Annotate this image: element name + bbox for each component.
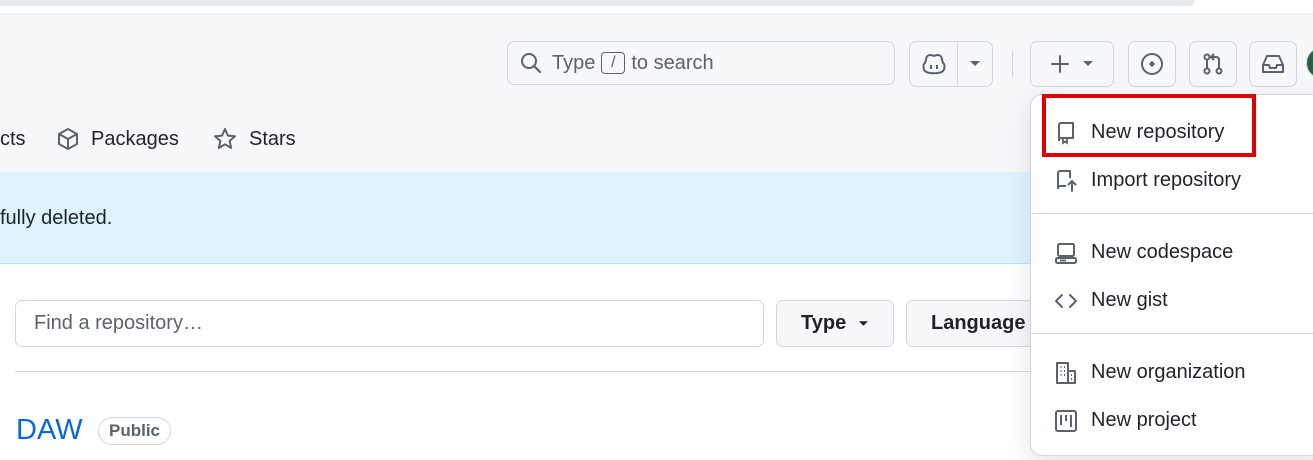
issues-button[interactable] (1128, 41, 1176, 87)
menu-item-label: New codespace (1091, 240, 1234, 263)
triangle-down-icon (970, 61, 981, 66)
plus-icon (1051, 55, 1069, 73)
menu-item-new-gist[interactable]: New gist (1031, 278, 1313, 322)
organization-icon (1053, 360, 1079, 386)
type-filter-label: Type (801, 312, 847, 334)
menu-item-label: New organization (1091, 360, 1246, 383)
inbox-icon (1262, 55, 1284, 73)
create-new-button[interactable] (1030, 41, 1114, 87)
menu-item-import-repository[interactable]: Import repository (1031, 158, 1313, 202)
triangle-down-icon (859, 320, 869, 326)
language-filter-label: Language (931, 312, 1026, 334)
star-icon (214, 128, 236, 149)
tab-projects[interactable]: cts (0, 119, 26, 159)
search-shortcut-key: / (601, 52, 626, 74)
tab-packages-label: Packages (91, 127, 179, 150)
inbox-button[interactable] (1249, 41, 1297, 87)
copilot-button[interactable] (910, 42, 959, 86)
flash-message: fully deleted. (0, 207, 113, 229)
browser-address-bar-edge (0, 0, 1195, 6)
package-icon (58, 128, 78, 150)
menu-item-new-codespace[interactable]: New codespace (1031, 230, 1313, 274)
find-repository-input[interactable] (15, 300, 764, 347)
project-icon (1053, 408, 1079, 434)
visibility-badge: Public (98, 417, 172, 445)
search-suffix-text: to search (631, 51, 714, 74)
menu-item-new-organization[interactable]: New organization (1031, 350, 1313, 394)
codespaces-icon (1053, 240, 1079, 266)
browser-top-strip (0, 0, 1313, 14)
menu-divider (1031, 213, 1313, 214)
copilot-icon (922, 54, 946, 75)
repo-name-link[interactable]: DAW (16, 414, 83, 447)
header-divider (1012, 51, 1013, 77)
copilot-button-group (909, 41, 993, 87)
annotation-highlight-box (1042, 94, 1256, 157)
search-prefix-text: Type (552, 51, 596, 74)
search-icon (520, 52, 542, 74)
tab-packages[interactable]: Packages (57, 119, 179, 159)
tab-stars-label: Stars (249, 127, 296, 150)
user-avatar[interactable] (1306, 47, 1313, 79)
menu-item-label: Import repository (1091, 168, 1242, 191)
menu-divider (1031, 333, 1313, 334)
tab-stars[interactable]: Stars (213, 119, 296, 159)
tab-projects-label: cts (0, 127, 26, 150)
menu-item-label: New project (1091, 408, 1197, 431)
pull-requests-button[interactable] (1189, 41, 1237, 87)
menu-item-label: New gist (1091, 288, 1168, 311)
type-filter-button[interactable]: Type (776, 300, 894, 347)
search-input[interactable]: Type / to search (507, 41, 895, 85)
code-icon (1053, 288, 1079, 314)
issue-opened-icon (1141, 53, 1163, 75)
menu-item-new-project[interactable]: New project (1031, 398, 1313, 442)
copilot-menu-button[interactable] (958, 42, 992, 86)
git-pull-request-icon (1203, 53, 1223, 75)
repo-push-icon (1053, 168, 1079, 194)
triangle-down-icon (1083, 61, 1093, 66)
